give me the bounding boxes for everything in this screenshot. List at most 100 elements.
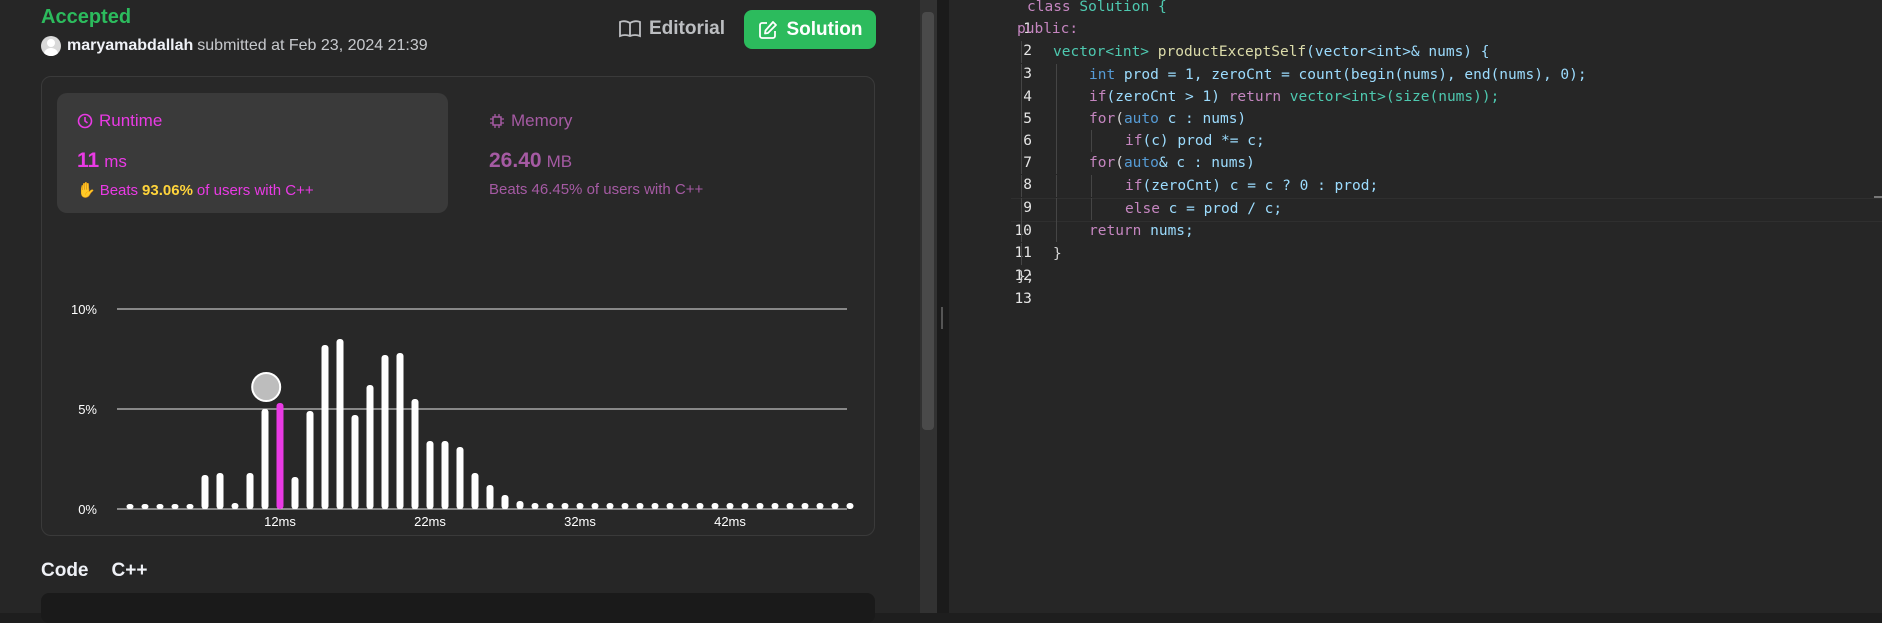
code-line: 6 for(auto c : nums)	[949, 108, 1246, 149]
submitted-at: submitted at Feb 23, 2024 21:39	[197, 37, 428, 54]
keyword: if	[1125, 133, 1143, 149]
chart-bar	[366, 385, 374, 509]
chart-bar	[696, 503, 704, 509]
memory-label: Memory	[511, 111, 573, 130]
keyword: return	[1089, 223, 1142, 239]
left-panel-scrollbar[interactable]	[920, 0, 937, 613]
chart-bar	[231, 503, 239, 509]
code-line: 13 };	[949, 266, 1034, 307]
edit-icon	[758, 20, 777, 39]
runtime-beats: ✋ Beats 93.06% of users with C++	[77, 181, 428, 200]
y-tick-label: 10%	[71, 302, 97, 317]
code-text: (zeroCnt) c = c ? 0 : prod;	[1142, 178, 1379, 194]
chart-bar	[351, 415, 359, 509]
user-marker-icon	[251, 372, 282, 402]
keyword: if	[1089, 89, 1107, 105]
chart-bar	[546, 503, 554, 509]
chart-bar	[456, 447, 464, 509]
code-line: 5 if(zeroCnt > 1) return vector<int>(siz…	[949, 86, 1499, 127]
submission-meta: maryamabdallah submitted at Feb 23, 2024…	[41, 36, 428, 56]
code-text: nums;	[1141, 223, 1194, 239]
code-line: 3 vector<int> productExceptSelf(vector<i…	[949, 41, 1490, 82]
code-language: C++	[111, 560, 148, 581]
runtime-number: 11	[77, 149, 100, 172]
chart-bar	[141, 504, 149, 509]
chart-bar	[441, 441, 449, 509]
code-text: public:	[1017, 21, 1079, 37]
chart-bar	[381, 355, 389, 509]
line-number: 13	[1014, 291, 1032, 307]
chart-bar	[246, 473, 254, 509]
code-line: 2 public:	[949, 18, 1078, 59]
keyword: for	[1089, 155, 1116, 171]
clap-icon: ✋	[77, 182, 96, 199]
x-tick-label: 32ms	[564, 514, 596, 529]
runtime-beats-prefix: Beats	[99, 181, 139, 199]
username-link[interactable]: maryamabdallah	[67, 37, 193, 55]
chart-bar	[336, 339, 344, 509]
code-line: 8 for(auto& c : nums)	[949, 152, 1255, 193]
chart-bar	[741, 503, 749, 509]
chart-bar	[636, 503, 644, 509]
scrollbar-thumb[interactable]	[922, 12, 934, 430]
code-line: 1 class Solution {	[949, 0, 1167, 37]
keyword: class	[1027, 0, 1071, 15]
chart-bar	[261, 409, 269, 509]
editorial-label: Editorial	[648, 18, 725, 39]
chart-bar	[666, 503, 674, 509]
keyword: else	[1125, 201, 1160, 217]
chart-bar	[186, 504, 194, 509]
code-text: (	[1115, 111, 1124, 127]
keyword: auto	[1123, 111, 1159, 127]
performance-card: Runtime 11 ms ✋ Beats 93.06% of users wit…	[41, 76, 876, 601]
chart-bar	[771, 503, 779, 509]
chart-bar	[561, 503, 569, 509]
code-line: 10 else c = prod / c;	[949, 198, 1282, 239]
memory-title: Memory	[489, 111, 840, 131]
code-preview-box	[41, 593, 875, 623]
submission-panel: Accepted maryamabdallah submitted at Feb…	[0, 0, 920, 623]
chart-bar	[756, 503, 764, 509]
code-line: 11 return nums;	[949, 220, 1194, 261]
type-token: vector<int>	[1053, 44, 1150, 60]
code-line: 7 if(c) prod *= c;	[949, 130, 1265, 171]
chart-bar	[576, 503, 584, 509]
solution-button[interactable]: Solution	[744, 10, 876, 49]
resize-grip-icon	[941, 307, 943, 329]
memory-tab[interactable]: Memory 26.40 MB Beats 46.45% of users wit…	[469, 93, 860, 213]
chart-bar	[786, 503, 794, 509]
runtime-tab[interactable]: Runtime 11 ms ✋ Beats 93.06% of users wit…	[57, 93, 448, 213]
code-editor[interactable]: 1 class Solution { 2 public: 3 vector<in…	[949, 0, 1882, 613]
x-tick-label: 42ms	[714, 514, 746, 529]
code-section-header: Code C++	[41, 560, 147, 582]
book-icon	[619, 20, 641, 38]
runtime-beats-pct: 93.06%	[142, 181, 193, 199]
panel-resize-handle[interactable]	[937, 0, 949, 613]
chart-bar	[276, 403, 284, 509]
code-text: & c : nums)	[1158, 155, 1255, 171]
chart-bar	[816, 503, 824, 509]
chart-bar	[291, 477, 299, 509]
keyword: for	[1089, 111, 1116, 127]
runtime-distribution-chart: 10%5%0%12ms22ms32ms42ms12ms22ms32ms42ms	[42, 217, 876, 601]
chart-bar	[426, 441, 434, 509]
code-text: (zeroCnt > 1)	[1106, 89, 1229, 105]
user-avatar-icon[interactable]	[41, 36, 61, 56]
keyword: auto	[1123, 155, 1159, 171]
submission-status: Accepted	[41, 6, 132, 28]
runtime-title: Runtime	[77, 111, 428, 131]
chart-svg: 10%5%0%12ms22ms32ms42ms12ms22ms32ms42ms	[71, 302, 860, 601]
runtime-beats-suffix: of users with C++	[196, 181, 314, 199]
y-tick-label: 0%	[78, 502, 97, 517]
runtime-value: 11 ms	[77, 149, 428, 173]
code-text: }	[1053, 246, 1062, 262]
runtime-label: Runtime	[99, 111, 163, 130]
keyword: int	[1089, 67, 1116, 83]
function-token: productExceptSelf	[1149, 44, 1307, 60]
x-tick-label: 22ms	[414, 514, 446, 529]
chart-bar	[711, 503, 719, 509]
editorial-button[interactable]: Editorial	[618, 10, 726, 48]
editor-scroll-marker	[1874, 196, 1882, 198]
chart-bar	[531, 503, 539, 509]
clock-icon	[77, 113, 93, 129]
